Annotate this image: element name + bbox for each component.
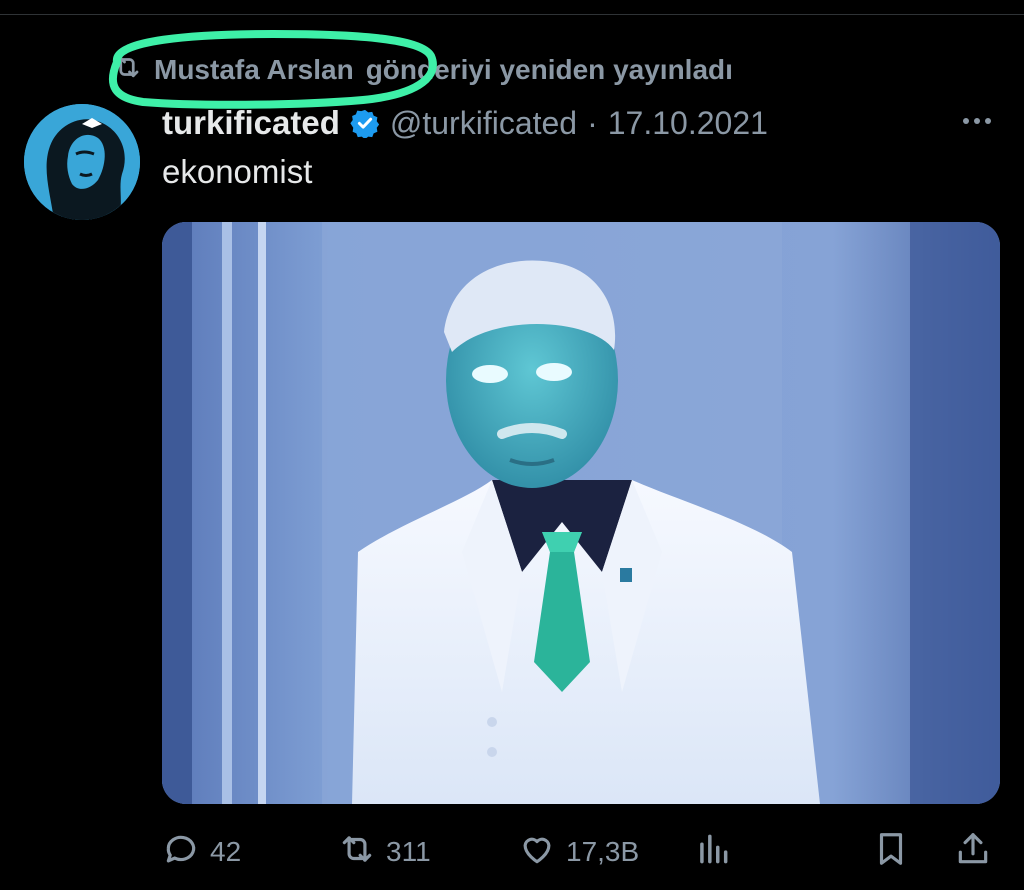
like-count: 17,3B xyxy=(566,836,640,867)
share-button[interactable] xyxy=(954,824,992,880)
tweet-header: turkificated @turkificated · 17.10.2021 xyxy=(162,100,768,146)
share-icon xyxy=(954,830,992,875)
author-avatar[interactable] xyxy=(24,104,140,220)
repost-context[interactable]: Mustafa Arslan gönderiyi yeniden yayınla… xyxy=(112,50,733,90)
repost-action-icon xyxy=(338,830,376,875)
bookmark-icon xyxy=(872,830,910,875)
heart-icon xyxy=(518,830,556,875)
tweet-actions: 42 311 17,3B xyxy=(0,824,1024,880)
author-display-name[interactable]: turkificated xyxy=(162,104,340,142)
repost-icon xyxy=(112,52,142,89)
more-dots-icon[interactable] xyxy=(956,106,998,136)
reply-icon xyxy=(162,830,200,875)
author-handle[interactable]: @turkificated xyxy=(390,105,577,142)
verified-badge-icon xyxy=(350,108,380,138)
top-divider xyxy=(0,14,1024,15)
bookmark-button[interactable] xyxy=(872,824,910,880)
tweet-date[interactable]: 17.10.2021 xyxy=(608,105,768,142)
tweet-text: ekonomist xyxy=(162,153,313,190)
repost-button[interactable]: 311 xyxy=(338,824,431,880)
reply-button[interactable]: 42 xyxy=(162,824,241,880)
views-button[interactable] xyxy=(694,824,732,880)
reply-count: 42 xyxy=(210,836,242,867)
repost-action-text: gönderiyi yeniden yayınladı xyxy=(365,54,733,85)
separator-dot: · xyxy=(587,104,598,141)
repost-count: 311 xyxy=(386,836,431,867)
like-button[interactable]: 17,3B xyxy=(518,824,639,880)
repost-user-name[interactable]: Mustafa Arslan xyxy=(154,54,354,86)
bar-chart-icon xyxy=(694,830,732,875)
tweet-media-image[interactable] xyxy=(162,222,1000,804)
